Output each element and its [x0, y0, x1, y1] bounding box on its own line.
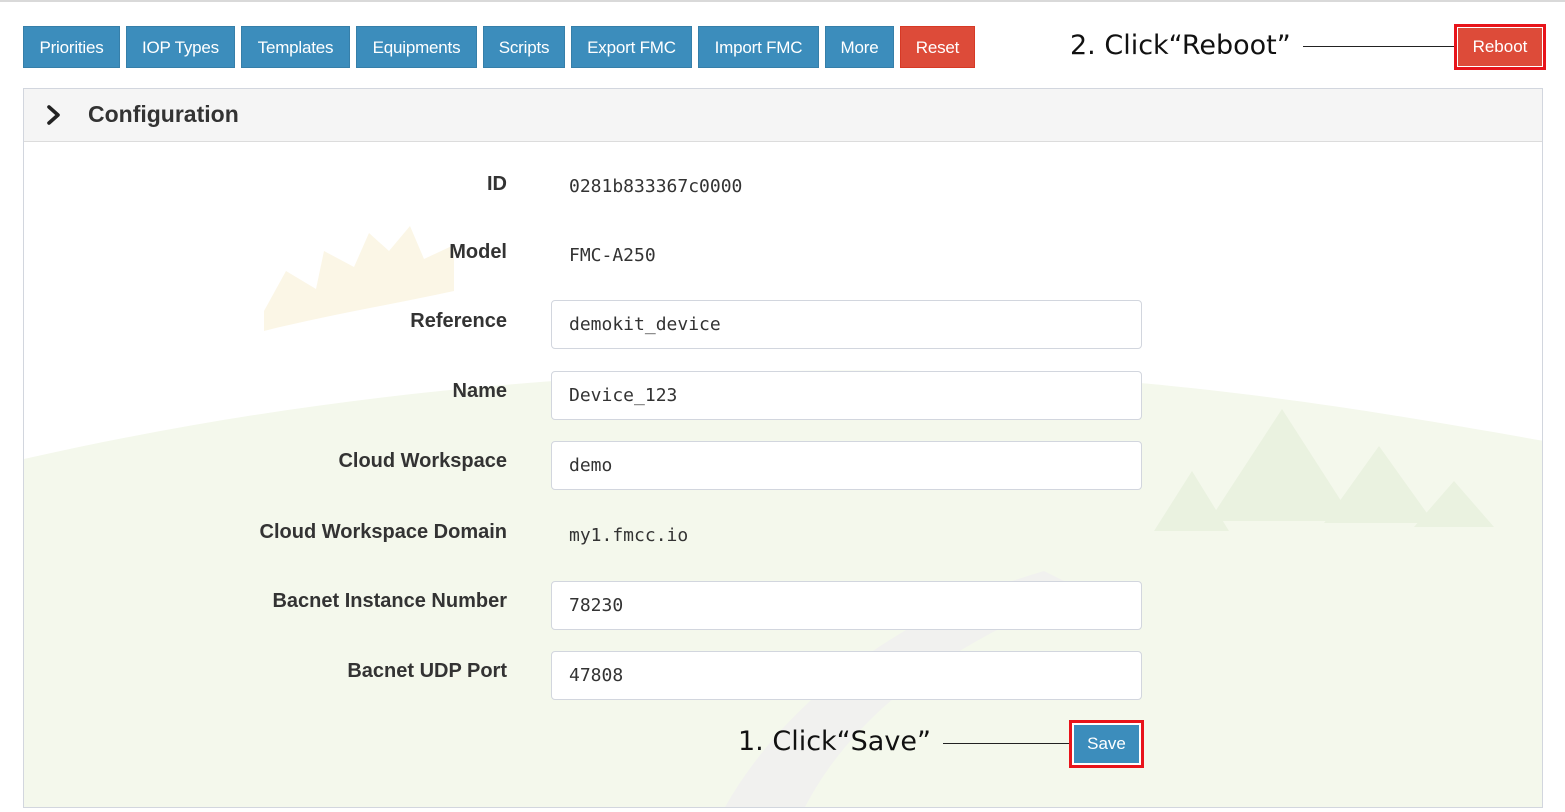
- bacnet-instance-number-label: Bacnet Instance Number: [272, 590, 507, 612]
- save-highlight-box: Save: [1069, 720, 1144, 768]
- save-button[interactable]: Save: [1074, 725, 1139, 763]
- annotation-leader-line-2: [1303, 46, 1455, 47]
- reboot-highlight-box: Reboot: [1454, 24, 1546, 70]
- bacnet-udp-port-label: Bacnet UDP Port: [347, 660, 507, 682]
- annotation-step-1: 1. Click“Save”: [738, 726, 931, 757]
- reference-label: Reference: [410, 310, 507, 332]
- configuration-panel: Configuration ID 0281b833367c0000 Model …: [23, 88, 1543, 808]
- annotation-leader-line-1: [943, 743, 1070, 744]
- id-label: ID: [487, 173, 507, 195]
- annotation-step-2: 2. Click“Reboot”: [1070, 30, 1291, 61]
- bacnet-udp-port-input[interactable]: 47808: [551, 651, 1142, 700]
- cloud-workspace-domain-label: Cloud Workspace Domain: [259, 521, 507, 543]
- cloud-workspace-domain-value: my1.fmcc.io: [569, 525, 689, 546]
- name-label: Name: [452, 380, 507, 402]
- panel-header[interactable]: Configuration: [24, 89, 1542, 142]
- name-input[interactable]: Device_123: [551, 371, 1142, 420]
- export-fmc-button[interactable]: Export FMC: [571, 26, 692, 68]
- panel-title: Configuration: [88, 101, 239, 127]
- top-divider: [0, 0, 1565, 2]
- import-fmc-button[interactable]: Import FMC: [698, 26, 819, 68]
- more-button[interactable]: More: [825, 26, 894, 68]
- model-label: Model: [449, 241, 507, 263]
- cloud-workspace-label: Cloud Workspace: [338, 450, 507, 472]
- model-value: FMC-A250: [569, 245, 656, 266]
- reboot-button[interactable]: Reboot: [1458, 28, 1542, 66]
- iop-types-button[interactable]: IOP Types: [126, 26, 235, 68]
- reference-input[interactable]: demokit_device: [551, 300, 1142, 349]
- equipments-button[interactable]: Equipments: [356, 26, 477, 68]
- chevron-right-icon[interactable]: [44, 104, 64, 126]
- id-value: 0281b833367c0000: [569, 176, 743, 197]
- templates-button[interactable]: Templates: [241, 26, 350, 68]
- reset-button[interactable]: Reset: [900, 26, 975, 68]
- bacnet-instance-number-input[interactable]: 78230: [551, 581, 1142, 630]
- scripts-button[interactable]: Scripts: [483, 26, 565, 68]
- priorities-button[interactable]: Priorities: [23, 26, 120, 68]
- cloud-workspace-input[interactable]: demo: [551, 441, 1142, 490]
